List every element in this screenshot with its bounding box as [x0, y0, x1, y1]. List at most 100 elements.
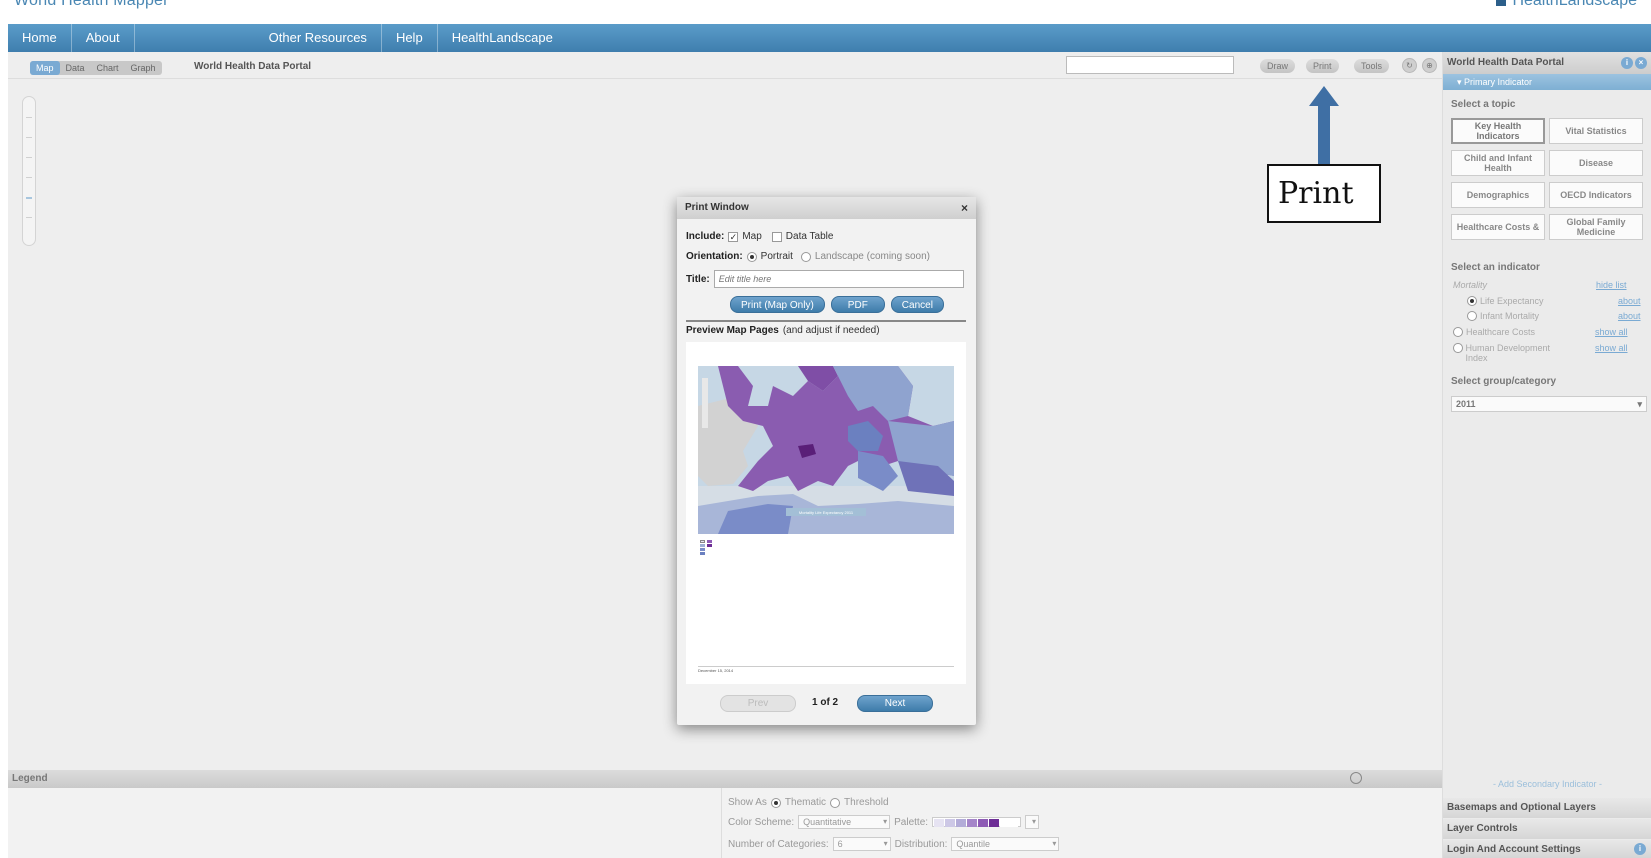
topic-demographics[interactable]: Demographics [1451, 182, 1545, 208]
tab-chart[interactable]: Chart [91, 61, 125, 75]
hdi-option[interactable]: Human Development Index [1453, 343, 1568, 363]
info-icon[interactable]: i [1634, 843, 1646, 855]
map-checkbox[interactable]: ✓ [728, 231, 739, 242]
palette-swatch [989, 819, 1000, 827]
nav-healthlandscape[interactable]: HealthLandscape [438, 24, 567, 52]
next-button[interactable]: Next [857, 695, 933, 712]
categories-label: Number of Categories: [728, 838, 829, 850]
prev-button[interactable]: Prev [720, 695, 796, 712]
zoom-extent-icon[interactable]: ⊕ [1422, 58, 1437, 73]
primary-indicator-toggle[interactable]: ▾ Primary Indicator [1443, 74, 1651, 90]
landscape-label: Landscape (coming soon) [814, 251, 930, 262]
zoom-handle[interactable] [26, 197, 32, 199]
about-link[interactable]: about [1618, 296, 1641, 306]
about-link[interactable]: about [1618, 311, 1641, 321]
show-all-link[interactable]: show all [1595, 327, 1628, 337]
palette-select[interactable] [932, 817, 1022, 827]
chevron-down-icon: ▾ [883, 817, 888, 826]
infant-mortality-radio[interactable] [1467, 311, 1477, 321]
basemaps-section[interactable]: Basemaps and Optional Layers [1443, 798, 1651, 818]
topic-disease[interactable]: Disease [1549, 150, 1643, 176]
cancel-button[interactable]: Cancel [890, 296, 944, 313]
data-portal-panel: World Health Data Portal i × ▾ Primary I… [1442, 52, 1651, 858]
palette-swatch [956, 819, 967, 827]
palette-swatch [978, 819, 989, 827]
categories-select[interactable]: 6 ▾ [832, 837, 891, 851]
topic-global-family-medicine[interactable]: Global Family Medicine [1549, 214, 1643, 240]
healthcare-costs-option[interactable]: Healthcare Costs [1453, 327, 1535, 337]
brand-name: HealthLandscape [1512, 0, 1637, 9]
search-input[interactable] [1066, 56, 1234, 74]
topic-grid: Key Health Indicators Vital Statistics C… [1451, 118, 1647, 240]
data-table-checkbox[interactable] [771, 231, 782, 242]
palette-swatch [967, 819, 978, 827]
legend-panel: Show As Thematic Threshold Color Scheme:… [8, 788, 1442, 858]
refresh-icon[interactable]: ↻ [1402, 58, 1417, 73]
dialog-header: Print Window × [677, 197, 976, 219]
portrait-radio[interactable] [746, 251, 757, 262]
categories-row: Number of Categories: 6 ▾ Distribution: Q… [728, 837, 1060, 851]
topic-child-infant-health[interactable]: Child and Infant Health [1451, 150, 1545, 176]
palette-swatch [934, 819, 945, 827]
topic-healthcare-costs[interactable]: Healthcare Costs & [1451, 214, 1545, 240]
print-map-button[interactable]: Print (Map Only) [730, 296, 825, 313]
layer-controls-section[interactable]: Layer Controls [1443, 819, 1651, 839]
nav-help[interactable]: Help [382, 24, 438, 52]
tab-graph[interactable]: Graph [125, 61, 162, 75]
topic-vital-statistics[interactable]: Vital Statistics [1549, 118, 1643, 144]
annotation-label: Print [1267, 164, 1381, 223]
title-input[interactable] [713, 270, 964, 288]
tab-data[interactable]: Data [60, 61, 91, 75]
palette-swatch [945, 819, 956, 827]
select-group-label: Select group/category [1451, 376, 1557, 387]
show-as-row: Show As Thematic Threshold [728, 797, 889, 808]
gear-icon[interactable] [1350, 772, 1362, 784]
legend-controls: Show As Thematic Threshold Color Scheme:… [721, 788, 1073, 858]
threshold-radio[interactable] [830, 797, 841, 808]
life-expectancy-radio[interactable] [1467, 296, 1477, 306]
add-secondary-indicator-link[interactable]: - Add Secondary Indicator - [1443, 779, 1651, 789]
info-icon[interactable]: i [1621, 57, 1633, 69]
nav-about[interactable]: About [72, 24, 135, 52]
distribution-select[interactable]: Quantile ▾ [951, 837, 1060, 851]
thematic-radio[interactable] [770, 797, 781, 808]
nav-other-resources[interactable]: Other Resources [255, 24, 382, 52]
tab-map[interactable]: Map [30, 61, 60, 75]
title-label: Title: [686, 273, 710, 285]
palette-dropdown[interactable]: ▾ [1025, 815, 1040, 829]
life-expectancy-option[interactable]: Life Expectancy [1467, 296, 1544, 306]
legend-header[interactable]: Legend [8, 770, 1442, 788]
dialog-divider [686, 320, 966, 322]
preview-map-image[interactable]: Mortality Life Expectancy 2011 [698, 366, 954, 534]
color-scheme-select[interactable]: Quantitative ▾ [798, 815, 891, 829]
group-value: 2011 [1456, 399, 1476, 409]
tools-button[interactable]: Tools [1354, 59, 1390, 73]
infant-mortality-option[interactable]: Infant Mortality [1467, 311, 1539, 321]
login-section[interactable]: Login And Account Settings i [1443, 840, 1651, 858]
healthcare-costs-radio[interactable] [1453, 327, 1463, 337]
hdi-radio[interactable] [1453, 343, 1463, 353]
preview-heading-row: Preview Map Pages (and adjust if needed) [686, 325, 880, 336]
preview-legend-row [700, 544, 712, 547]
annotation-arrow-icon [1309, 86, 1339, 166]
draw-button[interactable]: Draw [1260, 59, 1296, 73]
close-icon[interactable]: × [961, 197, 968, 219]
include-label: Include: [686, 231, 725, 242]
landscape-radio[interactable] [800, 251, 811, 262]
close-icon[interactable]: × [1635, 57, 1647, 69]
zoom-slider[interactable] [22, 96, 36, 246]
zoom-tick [26, 217, 32, 218]
topic-key-health-indicators[interactable]: Key Health Indicators [1451, 118, 1545, 144]
group-select[interactable]: 2011 ▾ [1451, 396, 1647, 412]
hide-list-link[interactable]: hide list [1596, 280, 1627, 290]
pdf-button[interactable]: PDF [830, 296, 885, 313]
nav-home[interactable]: Home [8, 24, 72, 52]
healthcare-costs-label: Healthcare Costs [1466, 327, 1536, 337]
brand-logo: HealthLandscape [1496, 0, 1637, 10]
show-all-link[interactable]: show all [1595, 343, 1628, 353]
legend-title: Legend [12, 773, 48, 784]
orientation-label: Orientation: [686, 251, 743, 262]
select-topic-label: Select a topic [1451, 99, 1516, 110]
print-button[interactable]: Print [1306, 59, 1339, 73]
topic-oecd-indicators[interactable]: OECD Indicators [1549, 182, 1643, 208]
